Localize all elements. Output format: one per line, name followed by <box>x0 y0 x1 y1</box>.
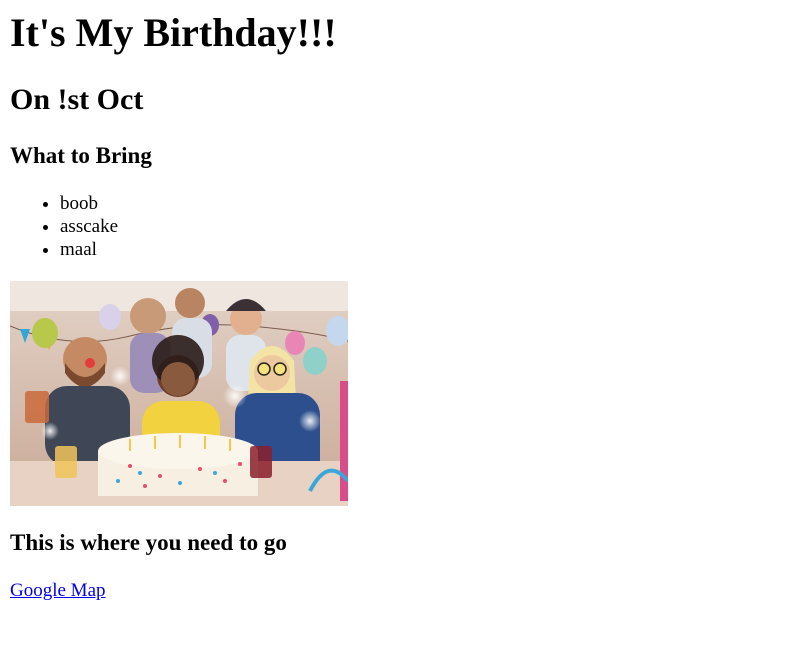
bring-list: boob asscake maal <box>10 192 118 261</box>
list-item: boob <box>60 192 118 215</box>
directions-heading: This is where you need to go <box>10 530 287 555</box>
page-title: It's My Birthday!!! <box>10 10 337 55</box>
event-date: On !st Oct <box>10 83 144 116</box>
party-photo-illustration <box>10 281 348 506</box>
what-to-bring-heading: What to Bring <box>10 143 152 168</box>
party-photo <box>10 281 348 506</box>
page: It's My Birthday!!! On !st Oct What to B… <box>0 0 802 646</box>
google-map-link[interactable]: Google Map <box>10 580 106 602</box>
list-item: asscake <box>60 215 118 238</box>
list-item: maal <box>60 238 118 261</box>
